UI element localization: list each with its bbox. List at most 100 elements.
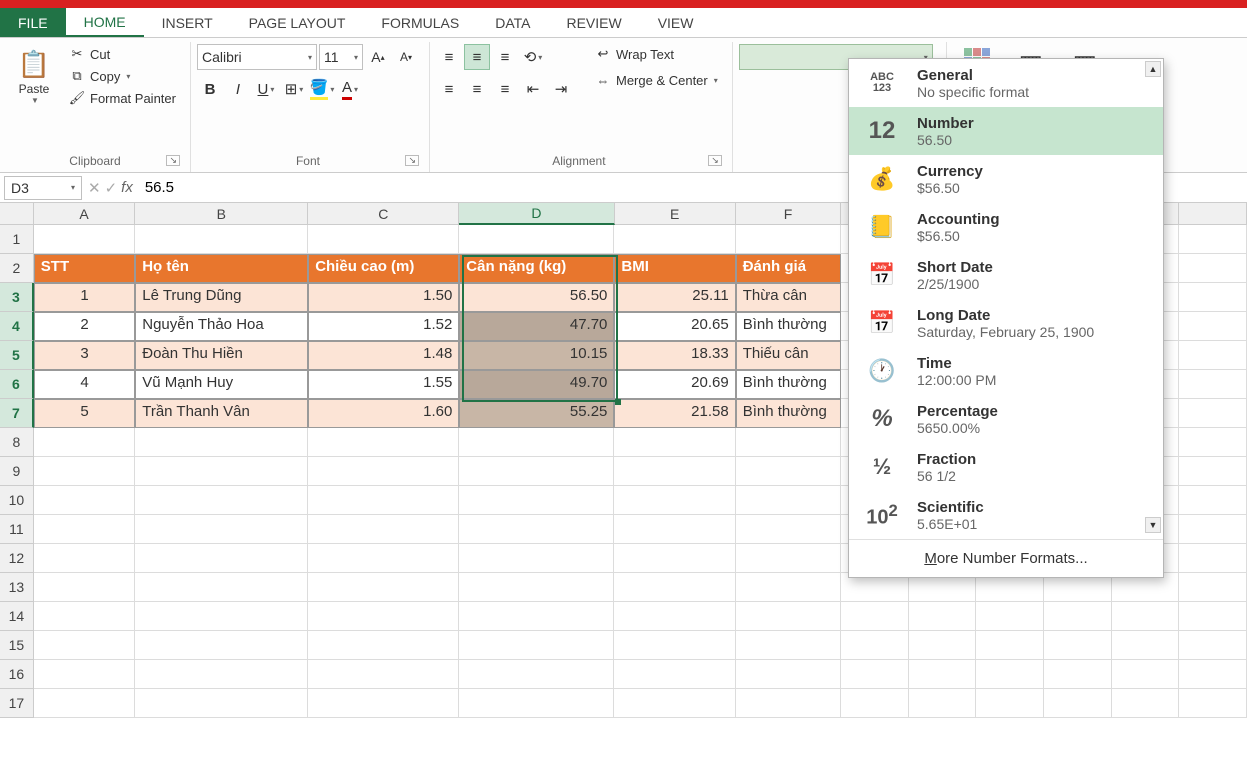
cell[interactable] [1044, 631, 1112, 660]
cell[interactable]: Thừa cân [736, 283, 841, 312]
cell[interactable]: Đoàn Thu Hiền [135, 341, 308, 370]
tab-view[interactable]: VIEW [640, 8, 712, 37]
row-header[interactable]: 16 [0, 660, 34, 689]
row-header[interactable]: 8 [0, 428, 34, 457]
tab-file[interactable]: FILE [0, 8, 66, 37]
cell[interactable] [1179, 225, 1247, 254]
bold-button[interactable]: B [197, 76, 223, 102]
cell[interactable] [1179, 573, 1247, 602]
cell[interactable] [736, 457, 841, 486]
cell[interactable]: 47.70 [459, 312, 614, 341]
cell[interactable] [459, 486, 614, 515]
cell[interactable]: 4 [34, 370, 135, 399]
cell[interactable] [135, 428, 308, 457]
cell[interactable] [736, 573, 841, 602]
cell[interactable]: 2 [34, 312, 135, 341]
cell[interactable] [1179, 457, 1247, 486]
cell[interactable] [736, 689, 841, 718]
fill-color-button[interactable]: 🪣▾ [309, 76, 335, 102]
cell[interactable] [135, 631, 308, 660]
cell[interactable]: 56.50 [459, 283, 614, 312]
cell[interactable] [614, 631, 735, 660]
cell[interactable] [614, 486, 735, 515]
cell[interactable] [34, 689, 135, 718]
cell[interactable]: STT [34, 254, 135, 283]
cell[interactable] [736, 631, 841, 660]
cell[interactable] [308, 486, 459, 515]
cell[interactable] [1179, 486, 1247, 515]
cell[interactable] [34, 573, 135, 602]
cell[interactable]: 1 [34, 283, 135, 312]
cell[interactable]: Đánh giá [736, 254, 841, 283]
cell[interactable] [1179, 312, 1247, 341]
cell[interactable] [459, 631, 614, 660]
merge-center-button[interactable]: ⇔Merge & Center▾ [590, 70, 722, 90]
cell[interactable] [135, 225, 308, 254]
cell[interactable]: 55.25 [459, 399, 614, 428]
cell[interactable] [976, 660, 1044, 689]
chevron-down-icon[interactable]: ▾ [354, 53, 358, 62]
col-header-d[interactable]: D [459, 203, 614, 225]
font-color-button[interactable]: A▾ [337, 76, 363, 102]
cell[interactable] [1112, 660, 1180, 689]
cell[interactable] [1044, 602, 1112, 631]
cell[interactable] [459, 660, 614, 689]
cell[interactable]: Thiếu cân [736, 341, 841, 370]
cell[interactable] [1044, 660, 1112, 689]
cell[interactable] [34, 660, 135, 689]
row-header[interactable]: 9 [0, 457, 34, 486]
underline-button[interactable]: U▾ [253, 76, 279, 102]
cell[interactable] [135, 689, 308, 718]
row-header[interactable]: 11 [0, 515, 34, 544]
decrease-font-button[interactable]: A▾ [393, 44, 419, 70]
cell[interactable]: BMI [614, 254, 735, 283]
cell[interactable] [614, 602, 735, 631]
cell[interactable] [1179, 283, 1247, 312]
cell[interactable] [614, 225, 735, 254]
cell[interactable] [976, 631, 1044, 660]
cell[interactable]: 1.55 [308, 370, 459, 399]
cell[interactable]: 3 [34, 341, 135, 370]
more-number-formats-button[interactable]: More Number Formats... [849, 539, 1163, 577]
cell[interactable] [909, 631, 977, 660]
accept-formula-icon[interactable]: ✓ [105, 179, 118, 197]
copy-button[interactable]: ⧉Copy▾ [64, 66, 180, 86]
select-all-corner[interactable] [0, 203, 34, 225]
increase-font-button[interactable]: A▴ [365, 44, 391, 70]
cell[interactable] [459, 602, 614, 631]
cell[interactable] [614, 457, 735, 486]
chevron-down-icon[interactable]: ▾ [354, 85, 358, 94]
cell[interactable] [1179, 602, 1247, 631]
cell[interactable]: Vũ Mạnh Huy [135, 370, 308, 399]
col-header-e[interactable]: E [615, 203, 736, 225]
col-header-f[interactable]: F [736, 203, 841, 225]
cell[interactable] [841, 689, 909, 718]
cell[interactable] [1112, 689, 1180, 718]
cell[interactable] [34, 428, 135, 457]
chevron-down-icon[interactable]: ▾ [308, 53, 312, 62]
cell[interactable]: 20.65 [614, 312, 735, 341]
cell[interactable] [308, 225, 459, 254]
cell[interactable] [1179, 544, 1247, 573]
cell[interactable] [909, 602, 977, 631]
cell[interactable]: 1.50 [308, 283, 459, 312]
cell[interactable] [34, 515, 135, 544]
cell[interactable] [1179, 399, 1247, 428]
tab-review[interactable]: REVIEW [548, 8, 639, 37]
fill-handle[interactable] [615, 399, 621, 405]
cell[interactable] [459, 689, 614, 718]
cell[interactable] [308, 689, 459, 718]
tab-insert[interactable]: INSERT [144, 8, 231, 37]
align-left-button[interactable]: ≡ [436, 76, 462, 102]
row-header[interactable]: 12 [0, 544, 34, 573]
chevron-down-icon[interactable]: ▾ [714, 76, 718, 85]
cell[interactable] [976, 602, 1044, 631]
cell[interactable] [614, 573, 735, 602]
cell[interactable] [459, 544, 614, 573]
cell[interactable] [459, 515, 614, 544]
chevron-down-icon[interactable]: ▾ [330, 85, 334, 94]
cell[interactable] [736, 225, 841, 254]
cell[interactable] [1179, 515, 1247, 544]
scroll-down-button[interactable]: ▼ [1145, 517, 1161, 533]
chevron-down-icon[interactable]: ▾ [270, 85, 274, 94]
